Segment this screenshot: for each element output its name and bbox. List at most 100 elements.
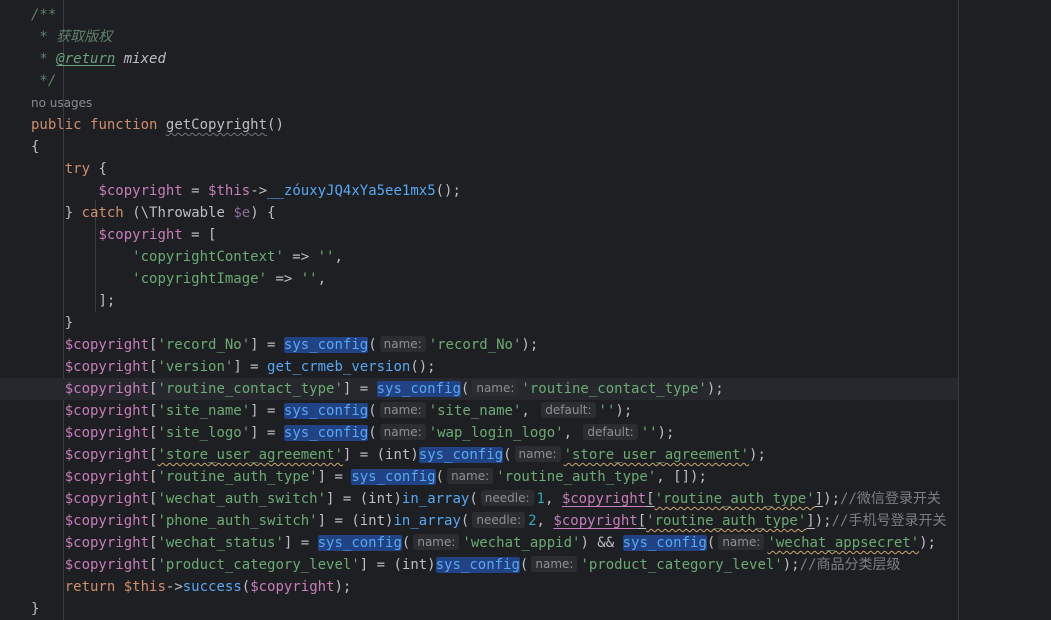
function-call[interactable]: sys_config <box>283 425 369 441</box>
string: 'wechat_status' <box>157 535 284 551</box>
variable: $copyright <box>64 491 150 507</box>
method-call[interactable]: __zóuxyJQ4xYa5ee1mx5 <box>267 183 436 199</box>
type-cast: (int) <box>351 513 394 529</box>
string: 'wechat_appid' <box>462 535 581 551</box>
usages-hint[interactable]: no usages <box>0 92 958 114</box>
code-editor[interactable]: /** * 获取版权 * @return mixed */ no usages … <box>0 0 1051 620</box>
variable: $copyright <box>64 425 150 441</box>
code-line[interactable]: 'copyrightContext' => '', <box>0 246 958 268</box>
string: 'version' <box>157 359 234 375</box>
string: 'store_user_agreement' <box>157 447 343 463</box>
type-name: (\Throwable <box>132 205 234 221</box>
code-line[interactable]: * 获取版权 <box>0 26 958 48</box>
code-line[interactable]: $copyright['wechat_status'] = sys_config… <box>0 532 958 554</box>
punct: -> <box>250 183 268 199</box>
parameter-hint: name: <box>413 534 460 550</box>
variable: $copyright <box>98 227 183 243</box>
function-call[interactable]: sys_config <box>283 403 369 419</box>
punct: } <box>31 601 40 617</box>
punct: } <box>64 315 74 331</box>
string: 'site_name' <box>428 403 522 419</box>
code-line[interactable]: ]; <box>0 290 958 312</box>
code-line[interactable]: $copyright['product_category_level'] = (… <box>0 554 958 576</box>
parameter-hint: name: <box>531 556 578 572</box>
function-call[interactable]: get_crmeb_version <box>267 359 410 375</box>
method-call[interactable]: success <box>183 579 242 595</box>
variable: $this <box>208 183 251 199</box>
code-line-current[interactable]: $copyright['routine_contact_type'] = sys… <box>0 378 958 400</box>
code-line[interactable]: $copyright['routine_auth_type'] = sys_co… <box>0 466 958 488</box>
string: 'site_logo' <box>157 425 251 441</box>
variable: $e <box>233 205 251 221</box>
function-call[interactable]: sys_config <box>622 535 707 551</box>
string: '' <box>640 425 658 441</box>
function-call[interactable]: sys_config <box>283 337 369 353</box>
operator: && <box>588 535 623 551</box>
variable: $this <box>123 579 166 595</box>
code-line[interactable]: $copyright['site_name'] = sys_config(nam… <box>0 400 958 422</box>
string: '' <box>598 403 616 419</box>
code-line[interactable]: } <box>0 312 958 334</box>
punct: => <box>283 249 318 265</box>
comment: //商品分类层级 <box>799 557 901 573</box>
code-line[interactable]: $copyright['wechat_auth_switch'] = (int)… <box>0 488 958 510</box>
string: 'routine_auth_type' <box>157 469 318 485</box>
code-line[interactable]: $copyright['version'] = get_crmeb_versio… <box>0 356 958 378</box>
punct: , <box>317 271 327 287</box>
function-call[interactable]: sys_config <box>351 469 436 485</box>
code-line[interactable]: public function getCopyright() <box>0 114 958 136</box>
parameter-hint: name: <box>472 380 519 396</box>
parameter-hint: name: <box>718 534 765 550</box>
function-call[interactable]: sys_config <box>317 535 402 551</box>
keyword: catch <box>81 205 124 221</box>
variable: $copyright <box>98 183 183 199</box>
code-line[interactable]: return $this->success($copyright); <box>0 576 958 598</box>
function-call[interactable]: in_array <box>393 513 460 529</box>
keyword: return <box>64 579 116 595</box>
code-line[interactable]: try { <box>0 158 958 180</box>
variable: $copyright <box>64 359 150 375</box>
code-line[interactable]: { <box>0 136 958 158</box>
function-name[interactable]: getCopyright <box>166 117 267 133</box>
punct: => <box>267 271 301 287</box>
code-line[interactable]: $copyright['phone_auth_switch'] = (int)i… <box>0 510 958 532</box>
string: '' <box>317 249 335 265</box>
punct: } <box>64 205 74 221</box>
code-line[interactable]: } <box>0 598 958 620</box>
variable: $copyright <box>64 535 150 551</box>
keyword: public <box>31 117 82 133</box>
punct: (); <box>435 183 461 199</box>
code-line[interactable]: $copyright['store_user_agreement'] = (in… <box>0 444 958 466</box>
punct: -> <box>165 579 183 595</box>
code-line[interactable]: $copyright = [ <box>0 224 958 246</box>
function-call[interactable]: sys_config <box>418 447 504 463</box>
string: 'routine_contact_type' <box>521 381 707 397</box>
string: 'routine_contact_type' <box>157 381 343 397</box>
code-line[interactable]: 'copyrightImage' => '', <box>0 268 958 290</box>
variable: $copyright <box>64 381 150 397</box>
code-line[interactable]: */ <box>0 70 958 92</box>
code-line[interactable]: $copyright['record_No'] = sys_config(nam… <box>0 334 958 356</box>
string: 'copyrightContext' <box>132 249 284 265</box>
code-line[interactable]: /** <box>0 4 958 26</box>
number: 1 <box>536 491 545 507</box>
parameter-hint: name: <box>379 336 426 352</box>
comment: //微信登录开关 <box>840 491 941 507</box>
doc-comment: * 获取版权 <box>31 29 113 45</box>
function-call[interactable]: in_array <box>402 491 469 507</box>
parameter-hint: name: <box>447 468 494 484</box>
string: 'routine_auth_type' <box>496 469 657 485</box>
variable: $copyright <box>553 513 638 529</box>
doc-comment: /** <box>31 7 57 23</box>
usages-label[interactable]: no usages <box>31 96 92 110</box>
code-line[interactable]: } catch (\Throwable $e) { <box>0 202 958 224</box>
code-line[interactable]: * @return mixed <box>0 48 958 70</box>
string: 'record_No' <box>157 337 251 353</box>
doc-tag: @return <box>56 51 116 67</box>
code-line[interactable]: $copyright = $this->__zóuxyJQ4xYa5ee1mx5… <box>0 180 958 202</box>
parameter-hint: needle: <box>472 512 526 528</box>
punct: ]; <box>98 293 116 309</box>
code-line[interactable]: $copyright['site_logo'] = sys_config(nam… <box>0 422 958 444</box>
function-call[interactable]: sys_config <box>376 381 461 397</box>
function-call[interactable]: sys_config <box>435 557 520 573</box>
